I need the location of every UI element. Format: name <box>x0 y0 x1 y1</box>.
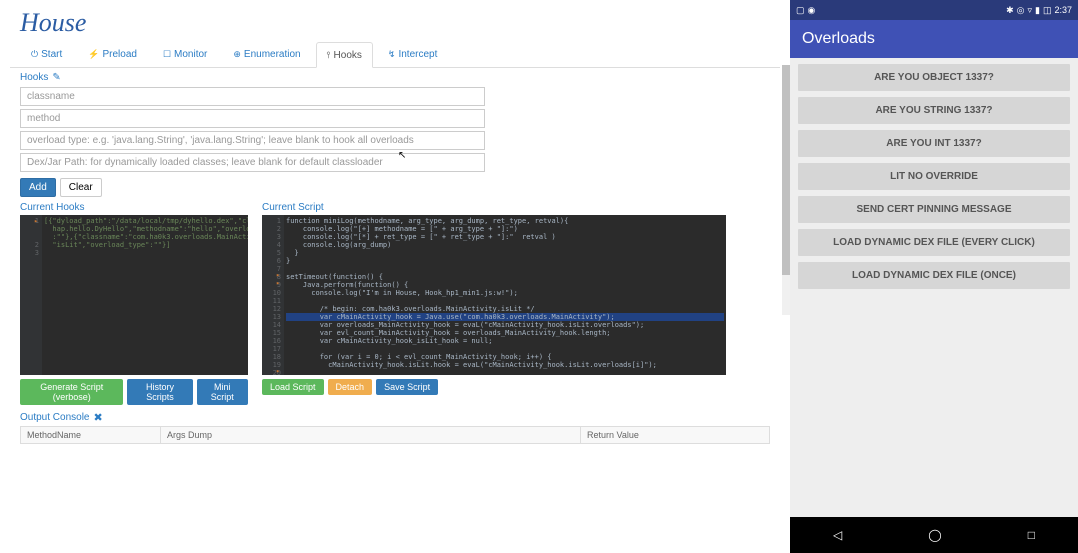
load-dex-every-button[interactable]: LOAD DYNAMIC DEX FILE (EVERY CLICK) <box>798 229 1070 256</box>
cert-pinning-button[interactable]: SEND CERT PINNING MESSAGE <box>798 196 1070 223</box>
int-1337-button[interactable]: ARE YOU INT 1337? <box>798 130 1070 157</box>
tab-label: Intercept <box>398 49 437 60</box>
notif-icon: ◉ <box>808 5 816 16</box>
signal-icon: ▮ <box>1035 5 1040 16</box>
tab-label: Enumeration <box>244 49 301 60</box>
bluetooth-icon: ✱ <box>1006 5 1014 16</box>
tab-label: Start <box>41 49 62 60</box>
recents-icon[interactable]: □ <box>1028 528 1035 542</box>
output-table: MethodName Args Dump Return Value <box>20 426 770 444</box>
mouse-cursor-icon: ↖ <box>398 150 406 161</box>
history-scripts-button[interactable]: History Scripts <box>127 379 192 405</box>
col-returnvalue: Return Value <box>581 427 769 443</box>
add-button[interactable]: Add <box>20 178 56 197</box>
power-icon: ⏻ <box>31 49 38 60</box>
load-dex-once-button[interactable]: LOAD DYNAMIC DEX FILE (ONCE) <box>798 262 1070 289</box>
nav-bar: ◁ ◯ □ <box>790 517 1078 553</box>
target-icon: ⊕ <box>233 49 241 60</box>
tab-label: Hooks <box>334 50 362 61</box>
scrollbar[interactable] <box>782 65 790 315</box>
status-bar: ▢ ◉ ✱ ◎ ▿ ▮ ◫ 2:37 <box>790 0 1078 20</box>
app-bar-title: Overloads <box>790 20 1078 58</box>
current-script-title: Current Script <box>262 200 726 215</box>
wifi-icon: ▿ <box>1027 5 1032 16</box>
hooks-editor[interactable]: ▸1 23 [{"dyload_path":"/data/local/tmp/d… <box>20 215 248 375</box>
tab-monitor[interactable]: ☐Monitor <box>152 42 218 67</box>
hooks-section-label: Hooks ✎ <box>10 68 780 87</box>
clear-button[interactable]: Clear <box>60 178 102 197</box>
script-editor[interactable]: 1234567▸8▸910111213141516171819▸20212223… <box>262 215 726 375</box>
obj-1337-button[interactable]: ARE YOU OBJECT 1337? <box>798 64 1070 91</box>
app-icon: ▢ <box>796 5 805 16</box>
tab-label: Monitor <box>174 49 207 60</box>
lit-no-override-button[interactable]: LIT NO OVERRIDE <box>798 163 1070 190</box>
dexpath-input[interactable] <box>20 153 485 172</box>
tab-hooks[interactable]: ⫯Hooks <box>316 42 373 68</box>
phone-content: ARE YOU OBJECT 1337? ARE YOU STRING 1337… <box>790 58 1078 517</box>
generate-script-button[interactable]: Generate Script (verbose) <box>20 379 123 405</box>
close-icon[interactable]: ✖ <box>94 411 103 424</box>
col-methodname: MethodName <box>21 427 161 443</box>
edit-icon[interactable]: ✎ <box>52 72 60 83</box>
monitor-icon: ☐ <box>163 49 171 60</box>
classname-input[interactable] <box>20 87 485 106</box>
sync-icon: ◎ <box>1017 5 1025 16</box>
current-hooks-title: Current Hooks <box>20 200 248 215</box>
mini-script-button[interactable]: Mini Script <box>197 379 249 405</box>
tab-intercept[interactable]: ↯Intercept <box>377 42 448 67</box>
intercept-icon: ↯ <box>388 49 396 60</box>
tab-label: Preload <box>102 49 136 60</box>
main-tabs: ⏻Start ⚡Preload ☐Monitor ⊕Enumeration ⫯H… <box>10 42 780 68</box>
home-icon[interactable]: ◯ <box>928 528 941 542</box>
overload-input[interactable] <box>20 131 485 150</box>
detach-button[interactable]: Detach <box>328 379 373 395</box>
tab-enumeration[interactable]: ⊕Enumeration <box>222 42 311 67</box>
app-title: House <box>10 6 780 42</box>
back-icon[interactable]: ◁ <box>833 528 842 542</box>
phone-frame: ▢ ◉ ✱ ◎ ▿ ▮ ◫ 2:37 Overloads ARE YOU OBJ… <box>790 0 1078 553</box>
hook-icon: ⫯ <box>327 50 331 61</box>
load-script-button[interactable]: Load Script <box>262 379 324 395</box>
col-argsdump: Args Dump <box>161 427 581 443</box>
method-input[interactable] <box>20 109 485 128</box>
string-1337-button[interactable]: ARE YOU STRING 1337? <box>798 97 1070 124</box>
clock: 2:37 <box>1054 5 1072 15</box>
tab-start[interactable]: ⏻Start <box>20 42 73 67</box>
scroll-thumb[interactable] <box>782 65 790 275</box>
output-console-label: Output Console ✖ <box>10 405 780 426</box>
battery-icon: ◫ <box>1043 5 1052 16</box>
bolt-icon: ⚡ <box>88 49 99 60</box>
save-script-button[interactable]: Save Script <box>376 379 438 395</box>
tab-preload[interactable]: ⚡Preload <box>77 42 148 67</box>
